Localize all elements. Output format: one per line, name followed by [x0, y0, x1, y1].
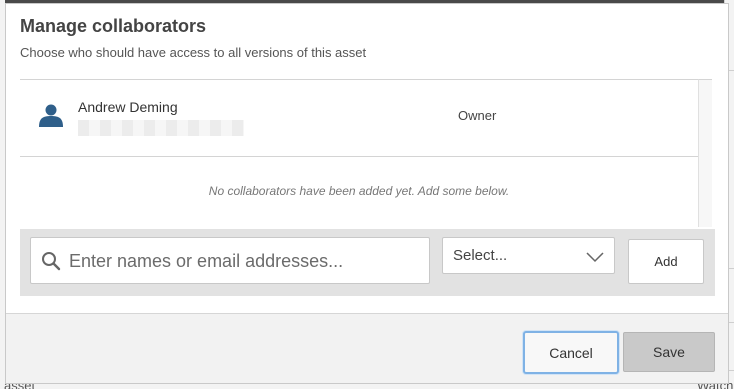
- collaborator-row: Andrew Deming Owner: [20, 80, 698, 157]
- dialog-subtitle: Choose who should have access to all ver…: [20, 45, 367, 60]
- chevron-down-icon: [586, 252, 604, 263]
- empty-collaborators-message: No collaborators have been added yet. Ad…: [208, 184, 510, 198]
- search-icon: [42, 252, 61, 271]
- add-collaborator-bar: Select... Add: [20, 229, 715, 296]
- search-field[interactable]: [30, 237, 430, 284]
- dialog-footer: Cancel Save: [6, 313, 728, 383]
- collaborator-name: Andrew Deming: [78, 99, 178, 115]
- collaborator-list: Andrew Deming Owner No collaborators hav…: [20, 79, 698, 227]
- cancel-button[interactable]: Cancel: [523, 331, 619, 374]
- role-select-value: Select...: [453, 247, 508, 264]
- manage-collaborators-dialog: Manage collaborators Choose who should h…: [5, 3, 729, 384]
- collaborator-role: Owner: [458, 108, 497, 123]
- save-button[interactable]: Save: [623, 332, 715, 372]
- person-icon: [39, 104, 63, 127]
- add-button[interactable]: Add: [628, 239, 704, 284]
- redacted-email: [78, 120, 244, 136]
- collaborator-list-scrollbar[interactable]: [698, 79, 712, 227]
- collaborator-search-input[interactable]: [69, 246, 419, 276]
- dialog-title: Manage collaborators: [20, 16, 207, 36]
- role-select[interactable]: Select...: [442, 237, 615, 274]
